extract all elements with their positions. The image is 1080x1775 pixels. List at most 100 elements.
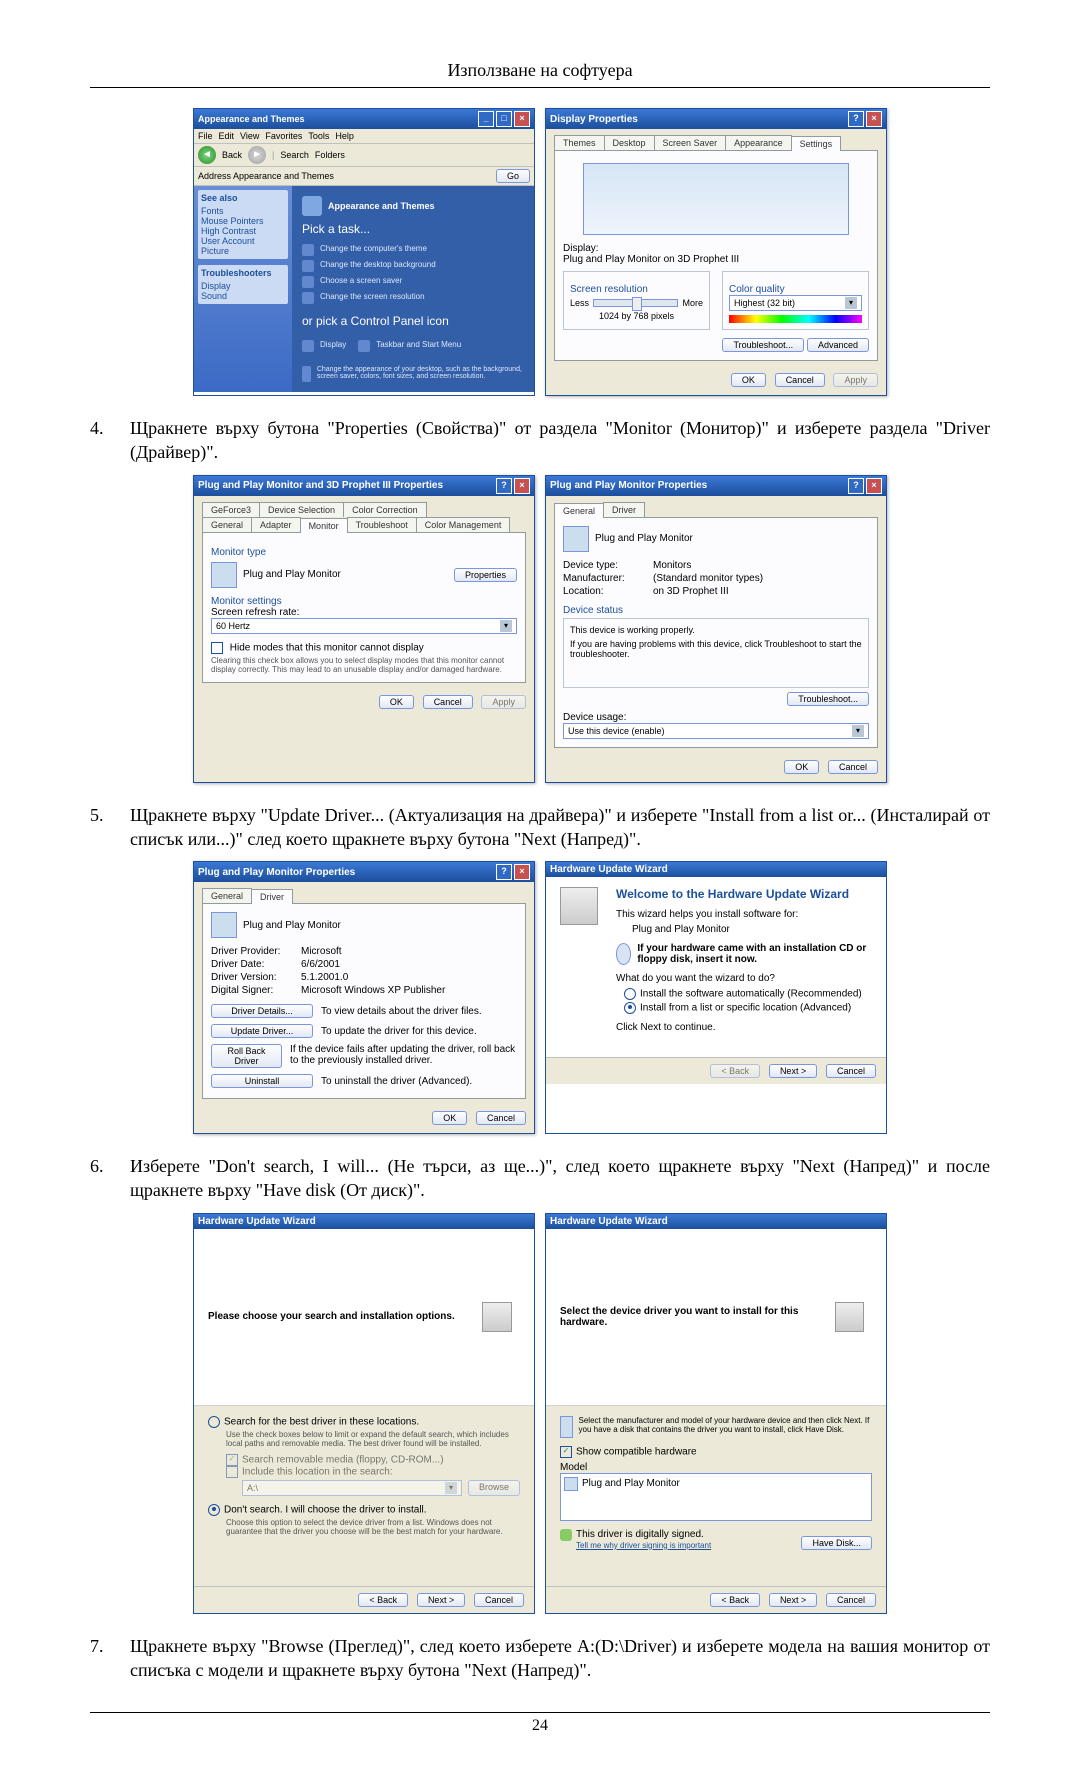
sidebar-item[interactable]: Display: [201, 281, 285, 291]
task-item[interactable]: Change the screen resolution: [302, 292, 524, 304]
close-icon[interactable]: ×: [514, 478, 530, 494]
tab-general[interactable]: General: [554, 503, 604, 518]
radio-auto[interactable]: [624, 988, 636, 1000]
radio-list[interactable]: [624, 1002, 636, 1014]
slider-knob[interactable]: [632, 297, 642, 311]
resolution-slider[interactable]: [593, 299, 678, 307]
radio-dont-search[interactable]: [208, 1504, 220, 1516]
tab-color-correction[interactable]: Color Correction: [343, 502, 427, 517]
cancel-button[interactable]: Cancel: [476, 1111, 526, 1125]
opt-dont: Don't search. I will choose the driver t…: [224, 1504, 427, 1515]
cancel-button[interactable]: Cancel: [423, 695, 473, 709]
date: 6/6/2001: [301, 959, 340, 970]
menu-file[interactable]: File: [198, 131, 213, 141]
tab-general[interactable]: General: [202, 888, 252, 903]
screenshot-row-4: Hardware Update Wizard Please choose you…: [90, 1213, 990, 1614]
cancel-button[interactable]: Cancel: [775, 373, 825, 387]
next-button[interactable]: Next >: [417, 1593, 465, 1607]
menu-favorites[interactable]: Favorites: [265, 131, 302, 141]
troubleshoot-button[interactable]: Troubleshoot...: [787, 692, 869, 706]
opt-auto: Install the software automatically (Reco…: [640, 989, 862, 1000]
tab-general[interactable]: General: [202, 517, 252, 532]
cancel-button[interactable]: Cancel: [826, 1593, 876, 1607]
menu-view[interactable]: View: [240, 131, 259, 141]
sidebar-item[interactable]: Fonts: [201, 206, 285, 216]
task-item[interactable]: Change the desktop background: [302, 260, 524, 272]
properties-button[interactable]: Properties: [454, 568, 517, 582]
device-status-label: Device status: [563, 605, 869, 616]
hide-modes-checkbox[interactable]: [211, 642, 223, 654]
tab-adapter[interactable]: Adapter: [251, 517, 301, 532]
tab-geforce[interactable]: GeForce3: [202, 502, 260, 517]
footer-rule: [90, 1712, 990, 1713]
driver-details-button[interactable]: Driver Details...: [211, 1004, 313, 1018]
radio-search[interactable]: [208, 1416, 220, 1428]
tab-settings[interactable]: Settings: [791, 136, 842, 151]
help-icon[interactable]: ?: [848, 478, 864, 494]
rollback-driver-button[interactable]: Roll Back Driver: [211, 1044, 282, 1068]
advanced-button[interactable]: Advanced: [807, 338, 869, 352]
uninstall-button[interactable]: Uninstall: [211, 1074, 313, 1088]
why-signing-link[interactable]: Tell me why driver signing is important: [576, 1541, 711, 1550]
see-also-header: See also: [201, 193, 285, 203]
tab-device-selection[interactable]: Device Selection: [259, 502, 344, 517]
search-label[interactable]: Search: [280, 150, 309, 160]
cp-icon-taskbar[interactable]: Taskbar and Start Menu: [358, 340, 461, 352]
maximize-icon[interactable]: □: [496, 111, 512, 127]
page-number: 24: [90, 1717, 990, 1735]
folders-label[interactable]: Folders: [315, 150, 345, 160]
back-button[interactable]: < Back: [358, 1593, 408, 1607]
chk-show-compatible[interactable]: ✓: [560, 1446, 572, 1458]
tab-color-management[interactable]: Color Management: [416, 517, 511, 532]
close-icon[interactable]: ×: [514, 864, 530, 880]
cancel-button[interactable]: Cancel: [826, 1064, 876, 1078]
tab-screen-saver[interactable]: Screen Saver: [654, 135, 727, 150]
have-disk-button[interactable]: Have Disk...: [801, 1536, 872, 1550]
help-icon[interactable]: ?: [496, 478, 512, 494]
dp-panel: Display: Plug and Play Monitor on 3D Pro…: [554, 150, 878, 361]
menu-help[interactable]: Help: [335, 131, 354, 141]
color-dropdown[interactable]: Highest (32 bit) ▾: [729, 295, 862, 311]
cp-icon-display[interactable]: Display: [302, 340, 346, 352]
model-list-item[interactable]: Plug and Play Monitor: [564, 1477, 868, 1491]
go-button[interactable]: Go: [496, 169, 530, 183]
help-icon[interactable]: ?: [848, 111, 864, 127]
next-button[interactable]: Next >: [769, 1593, 817, 1607]
tab-driver[interactable]: Driver: [603, 502, 645, 517]
sidebar-item[interactable]: Sound: [201, 291, 285, 301]
usage-dropdown[interactable]: Use this device (enable) ▾: [563, 723, 869, 739]
ok-button[interactable]: OK: [379, 695, 414, 709]
menu-tools[interactable]: Tools: [308, 131, 329, 141]
forward-icon[interactable]: ►: [248, 146, 266, 164]
tab-appearance[interactable]: Appearance: [725, 135, 792, 150]
task-item[interactable]: Choose a screen saver: [302, 276, 524, 288]
ok-button[interactable]: OK: [784, 760, 819, 774]
troubleshoot-button[interactable]: Troubleshoot...: [722, 338, 804, 352]
close-icon[interactable]: ×: [514, 111, 530, 127]
task-item[interactable]: Change the computer's theme: [302, 244, 524, 256]
tab-desktop[interactable]: Desktop: [604, 135, 655, 150]
close-icon[interactable]: ×: [866, 478, 882, 494]
ok-button[interactable]: OK: [432, 1111, 467, 1125]
menu-edit[interactable]: Edit: [219, 131, 235, 141]
tab-themes[interactable]: Themes: [554, 135, 605, 150]
sidebar-item[interactable]: Mouse Pointers: [201, 216, 285, 226]
tab-driver[interactable]: Driver: [251, 889, 293, 904]
next-button[interactable]: Next >: [769, 1064, 817, 1078]
back-button[interactable]: < Back: [710, 1593, 760, 1607]
help-icon[interactable]: ?: [496, 864, 512, 880]
cancel-button[interactable]: Cancel: [474, 1593, 524, 1607]
refresh-dropdown[interactable]: 60 Hertz ▾: [211, 618, 517, 634]
sidebar-item[interactable]: User Account Picture: [201, 236, 285, 256]
sidebar-item[interactable]: High Contrast: [201, 226, 285, 236]
tab-troubleshoot[interactable]: Troubleshoot: [347, 517, 417, 532]
ok-button[interactable]: OK: [731, 373, 766, 387]
minimize-icon[interactable]: _: [478, 111, 494, 127]
back-label[interactable]: Back: [222, 150, 242, 160]
tab-monitor[interactable]: Monitor: [300, 518, 348, 533]
close-icon[interactable]: ×: [866, 111, 882, 127]
back-icon[interactable]: ◄: [198, 146, 216, 164]
content-header: Appearance and Themes: [328, 201, 435, 211]
cancel-button[interactable]: Cancel: [828, 760, 878, 774]
update-driver-button[interactable]: Update Driver...: [211, 1024, 313, 1038]
